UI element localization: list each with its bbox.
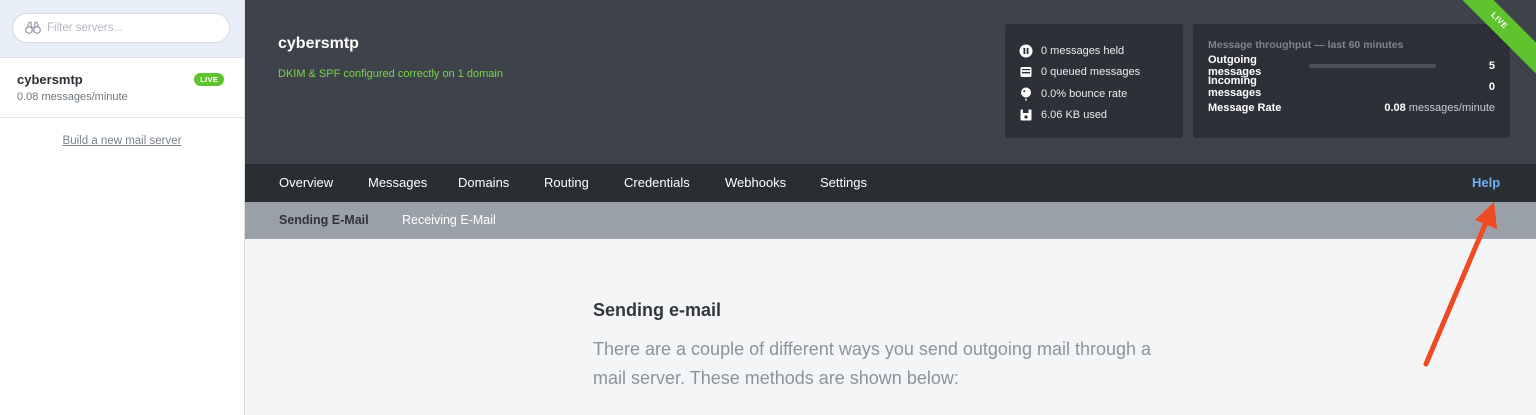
annotation-arrow: [1423, 202, 1497, 367]
